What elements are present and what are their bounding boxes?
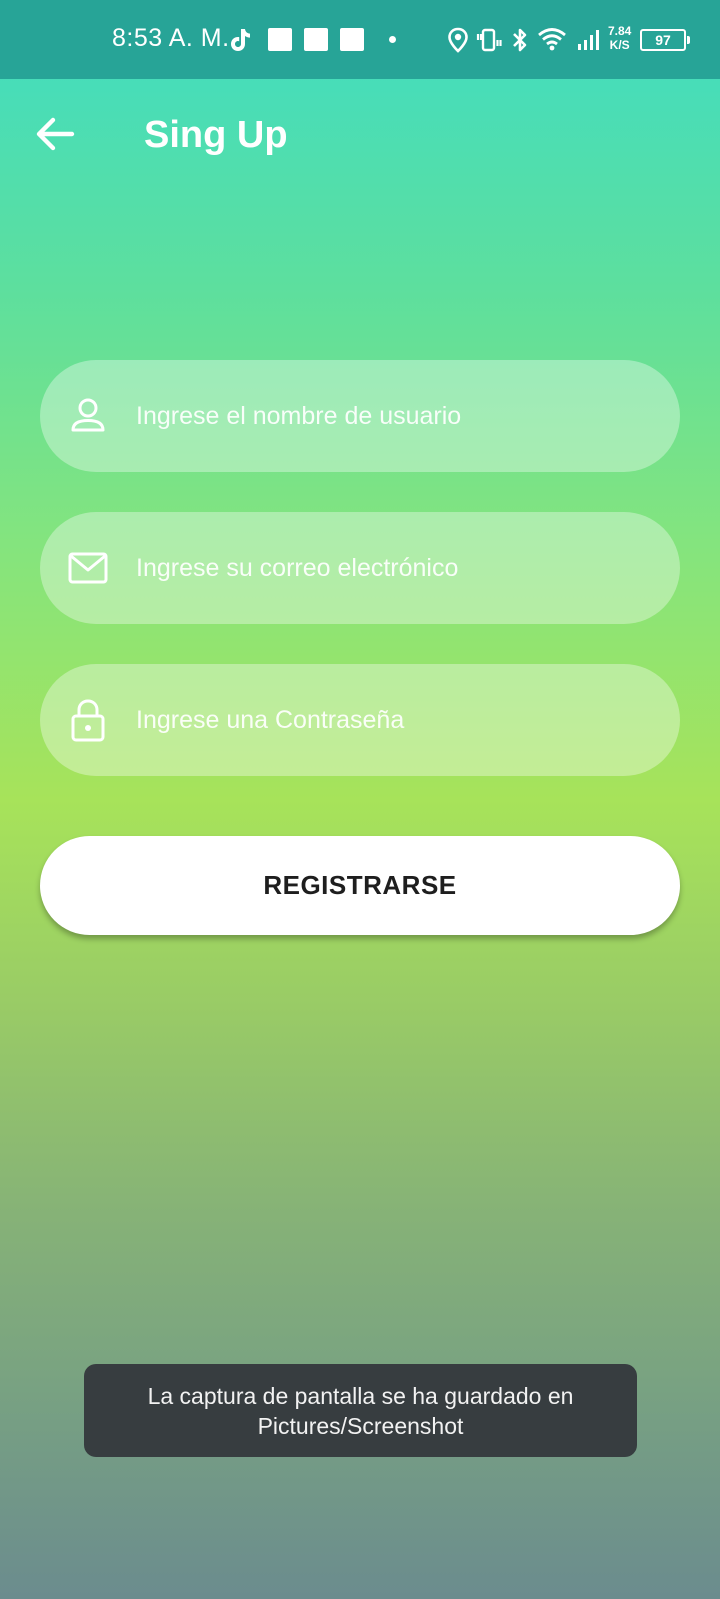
notification-square-icon — [304, 28, 328, 51]
mail-icon — [68, 552, 108, 584]
toast-line-2: Pictures/Screenshot — [257, 1413, 464, 1439]
screenshot-toast: La captura de pantalla se ha guardado en… — [84, 1364, 637, 1457]
arrow-left-icon — [36, 117, 75, 151]
email-placeholder: Ingrese su correo electrónico — [136, 554, 459, 582]
username-input[interactable]: Ingrese el nombre de usuario — [40, 360, 680, 472]
email-input[interactable]: Ingrese su correo electrónico — [40, 512, 680, 624]
notification-square-icon — [268, 28, 292, 51]
status-bar: 8:53 A. M. 7.84 K/S 97 — [0, 0, 720, 79]
register-button[interactable]: REGISTRARSE — [40, 836, 680, 935]
signal-icon — [578, 30, 599, 50]
notification-square-icon — [340, 28, 364, 51]
network-speed-unit: K/S — [609, 38, 630, 52]
battery-icon: 97 — [640, 29, 690, 51]
status-time: 8:53 A. M. — [112, 24, 230, 52]
battery-level: 97 — [655, 32, 671, 48]
wifi-icon — [538, 28, 566, 51]
page-title: Sing Up — [144, 114, 288, 156]
back-button[interactable] — [28, 106, 84, 162]
network-speed-value: 7.84 — [608, 24, 632, 38]
network-speed: 7.84 K/S — [608, 24, 631, 52]
vibrate-icon — [476, 28, 502, 52]
password-input[interactable]: Ingrese una Contraseña — [40, 664, 680, 776]
toast-line-1: La captura de pantalla se ha guardado en — [147, 1383, 574, 1409]
username-placeholder: Ingrese el nombre de usuario — [136, 402, 462, 430]
more-notifications-dot — [389, 36, 396, 43]
tiktok-icon — [231, 29, 250, 51]
lock-icon — [71, 699, 105, 742]
signup-screen: 8:53 A. M. 7.84 K/S 97 Sing Up Ingrese e… — [0, 0, 720, 1599]
bluetooth-icon — [513, 28, 527, 52]
password-placeholder: Ingrese una Contraseña — [136, 706, 405, 734]
person-icon — [71, 398, 105, 432]
location-icon — [448, 27, 468, 53]
